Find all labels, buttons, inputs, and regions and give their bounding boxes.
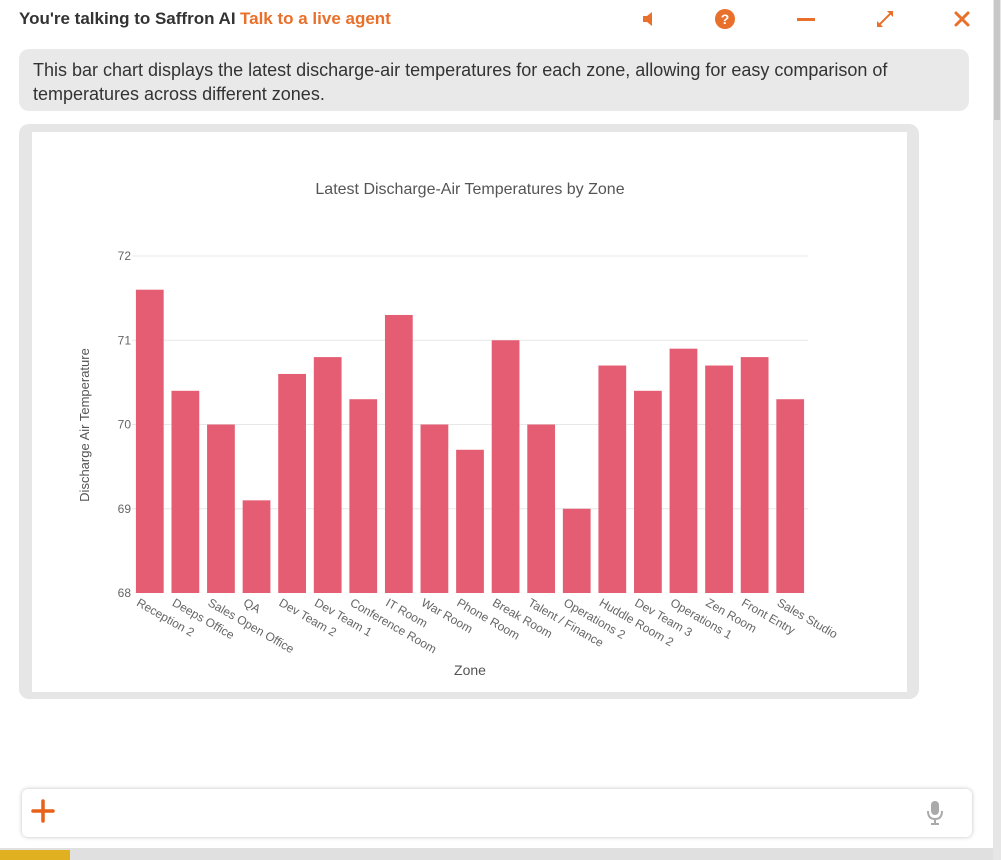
window-bottom-edge bbox=[0, 848, 993, 860]
bot-message-text: This bar chart displays the latest disch… bbox=[33, 60, 888, 104]
chat-title: You're talking to Saffron AI bbox=[19, 9, 236, 28]
y-tick-label: 72 bbox=[118, 249, 132, 263]
bar[interactable] bbox=[420, 424, 449, 594]
scrollbar-track[interactable] bbox=[993, 0, 1001, 860]
chart-panel: 68 69 70 71 72 Reception 2 Deeps Office Sales … bbox=[32, 132, 907, 692]
x-axis-label: Zone bbox=[454, 662, 486, 678]
minimize-icon[interactable] bbox=[795, 8, 817, 30]
bar[interactable] bbox=[171, 390, 200, 593]
chart-card: 68 69 70 71 72 Reception 2 Deeps Office Sales … bbox=[19, 124, 919, 699]
message-composer[interactable] bbox=[22, 789, 972, 837]
expand-icon[interactable] bbox=[874, 8, 896, 30]
bar[interactable] bbox=[527, 424, 556, 594]
close-icon[interactable] bbox=[951, 8, 973, 30]
bar[interactable] bbox=[135, 289, 164, 593]
bar[interactable] bbox=[207, 424, 235, 594]
bar[interactable] bbox=[349, 399, 378, 593]
bar[interactable] bbox=[313, 357, 342, 593]
y-tick-label: 71 bbox=[118, 333, 132, 347]
bar[interactable] bbox=[456, 449, 484, 593]
microphone-icon[interactable] bbox=[924, 799, 946, 827]
bar[interactable] bbox=[384, 314, 413, 593]
speaker-icon[interactable] bbox=[637, 8, 659, 30]
background-accent bbox=[0, 850, 70, 860]
y-axis-label: Discharge Air Temperature bbox=[77, 348, 92, 502]
bar[interactable] bbox=[278, 373, 306, 593]
bot-message-bubble: This bar chart displays the latest disch… bbox=[19, 49, 969, 111]
scrollbar-thumb[interactable] bbox=[994, 0, 1000, 120]
y-tick-label: 69 bbox=[118, 502, 132, 516]
bar[interactable] bbox=[740, 357, 769, 593]
bar[interactable] bbox=[598, 365, 627, 593]
y-tick-label: 68 bbox=[118, 586, 132, 600]
live-agent-link[interactable]: Talk to a live agent bbox=[240, 9, 391, 29]
bar[interactable] bbox=[705, 365, 733, 593]
y-tick-label: 70 bbox=[118, 418, 132, 432]
bar[interactable] bbox=[634, 390, 662, 593]
bar[interactable] bbox=[242, 500, 271, 593]
svg-text:?: ? bbox=[721, 11, 730, 27]
chart-title: Latest Discharge-Air Temperatures by Zon… bbox=[315, 181, 624, 198]
bar-chart: 6869707172 Reception 2Deeps OfficeSales … bbox=[77, 181, 840, 678]
chat-window: You're talking to Saffron AI Talk to a l… bbox=[0, 0, 993, 860]
bar[interactable] bbox=[669, 348, 698, 593]
bar[interactable] bbox=[562, 508, 591, 593]
help-icon[interactable]: ? bbox=[714, 8, 736, 30]
plus-icon[interactable] bbox=[30, 798, 56, 824]
bar[interactable] bbox=[776, 399, 805, 593]
bar[interactable] bbox=[491, 340, 520, 593]
chat-header: You're talking to Saffron AI Talk to a l… bbox=[0, 0, 993, 40]
